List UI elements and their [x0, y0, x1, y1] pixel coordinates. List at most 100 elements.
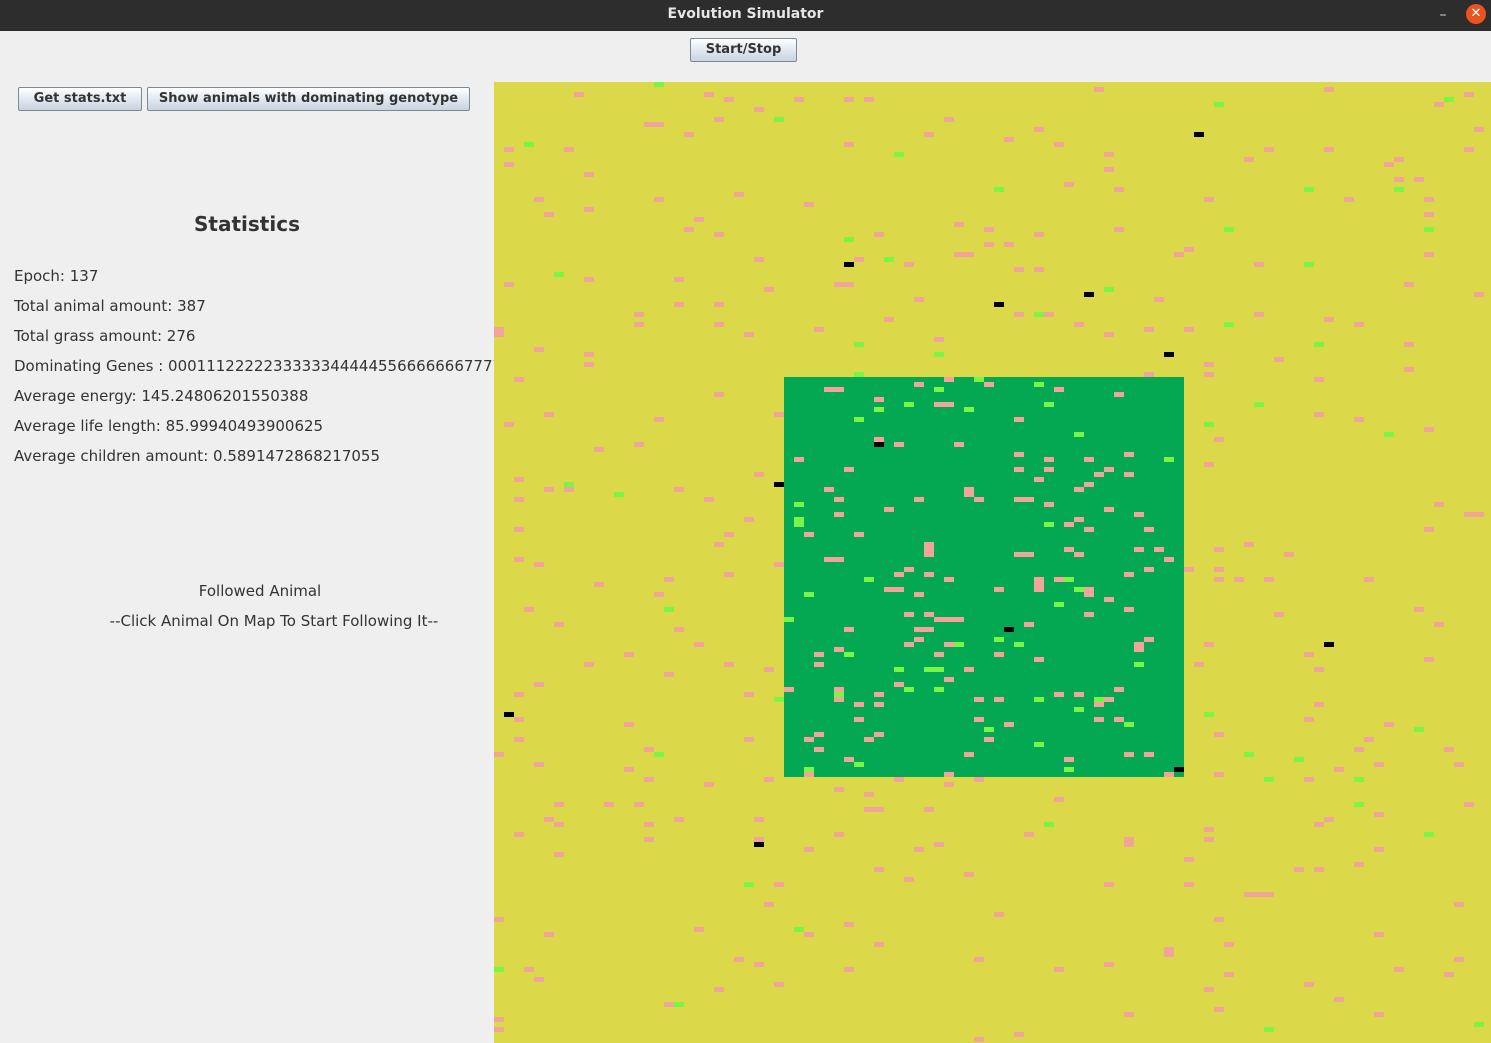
- animal-marker[interactable]: [844, 282, 854, 287]
- animal-marker[interactable]: [1214, 567, 1224, 572]
- animal-marker[interactable]: [814, 747, 824, 752]
- animal-marker[interactable]: [934, 652, 944, 657]
- animal-marker[interactable]: [1024, 497, 1034, 502]
- animal-marker[interactable]: [764, 667, 774, 672]
- animal-marker[interactable]: [934, 842, 944, 847]
- animal-marker[interactable]: [1304, 717, 1314, 722]
- animal-marker[interactable]: [914, 497, 924, 502]
- animal-marker[interactable]: [534, 347, 544, 352]
- close-icon[interactable]: ✕: [1466, 4, 1486, 24]
- animal-marker[interactable]: [1034, 582, 1044, 587]
- animal-marker[interactable]: [884, 507, 894, 512]
- animal-marker[interactable]: [554, 622, 564, 627]
- animal-marker[interactable]: [1304, 982, 1314, 987]
- animal-marker[interactable]: [1324, 87, 1334, 92]
- animal-marker[interactable]: [1034, 657, 1044, 662]
- animal-marker[interactable]: [914, 627, 924, 632]
- animal-marker[interactable]: [524, 967, 534, 972]
- animal-marker[interactable]: [1364, 737, 1374, 742]
- animal-marker[interactable]: [1374, 762, 1384, 767]
- animal-marker[interactable]: [864, 807, 874, 812]
- animal-marker[interactable]: [1014, 1032, 1024, 1037]
- animal-marker[interactable]: [1024, 622, 1034, 627]
- animal-marker[interactable]: [854, 717, 864, 722]
- animal-marker[interactable]: [1104, 167, 1114, 172]
- animal-marker[interactable]: [874, 867, 884, 872]
- animal-marker[interactable]: [544, 817, 554, 822]
- animal-marker[interactable]: [944, 377, 954, 382]
- animal-marker[interactable]: [1444, 972, 1454, 977]
- animal-marker[interactable]: [874, 807, 884, 812]
- animal-marker[interactable]: [624, 722, 634, 727]
- animal-marker[interactable]: [1014, 497, 1024, 502]
- animal-marker[interactable]: [1214, 577, 1224, 582]
- animal-marker[interactable]: [1314, 867, 1324, 872]
- animal-marker[interactable]: [1004, 137, 1014, 142]
- animal-marker[interactable]: [834, 557, 844, 562]
- animal-marker[interactable]: [904, 262, 914, 267]
- dominating-animal-marker[interactable]: [1084, 292, 1094, 297]
- animal-marker[interactable]: [1124, 842, 1134, 847]
- dominating-animal-marker[interactable]: [1174, 767, 1184, 772]
- animal-marker[interactable]: [924, 807, 934, 812]
- animal-marker[interactable]: [1104, 882, 1114, 887]
- animal-marker[interactable]: [1054, 967, 1064, 972]
- animal-marker[interactable]: [534, 197, 544, 202]
- animal-marker[interactable]: [1034, 127, 1044, 132]
- animal-marker[interactable]: [584, 172, 594, 177]
- animal-marker[interactable]: [494, 752, 504, 757]
- animal-marker[interactable]: [644, 822, 654, 827]
- animal-marker[interactable]: [974, 1037, 984, 1042]
- animal-marker[interactable]: [944, 642, 954, 647]
- animal-marker[interactable]: [1144, 527, 1154, 532]
- animal-marker[interactable]: [1374, 1012, 1384, 1017]
- animal-marker[interactable]: [754, 962, 764, 967]
- show-dominating-genotype-button[interactable]: Show animals with dominating genotype: [147, 87, 470, 111]
- animal-marker[interactable]: [944, 117, 954, 122]
- animal-marker[interactable]: [1194, 662, 1204, 667]
- animal-marker[interactable]: [1084, 482, 1094, 487]
- animal-marker[interactable]: [1084, 457, 1094, 462]
- animal-marker[interactable]: [1374, 932, 1384, 937]
- animal-marker[interactable]: [1424, 427, 1434, 432]
- animal-marker[interactable]: [1124, 607, 1134, 612]
- animal-marker[interactable]: [904, 567, 914, 572]
- animal-marker[interactable]: [1314, 822, 1324, 827]
- animal-marker[interactable]: [1184, 247, 1194, 252]
- animal-marker[interactable]: [1434, 502, 1444, 507]
- animal-marker[interactable]: [1424, 527, 1434, 532]
- animal-marker[interactable]: [944, 772, 954, 777]
- animal-marker[interactable]: [1104, 467, 1114, 472]
- animal-marker[interactable]: [734, 957, 744, 962]
- animal-marker[interactable]: [704, 92, 714, 97]
- animal-marker[interactable]: [854, 257, 864, 262]
- animal-marker[interactable]: [824, 557, 834, 562]
- animal-marker[interactable]: [1464, 512, 1474, 517]
- animal-marker[interactable]: [984, 382, 994, 387]
- animal-marker[interactable]: [1024, 552, 1034, 557]
- animal-marker[interactable]: [1214, 732, 1224, 737]
- animal-marker[interactable]: [1274, 612, 1284, 617]
- animal-marker[interactable]: [534, 562, 544, 567]
- animal-marker[interactable]: [954, 222, 964, 227]
- animal-marker[interactable]: [1034, 477, 1044, 482]
- animal-marker[interactable]: [714, 322, 724, 327]
- animal-marker[interactable]: [794, 97, 804, 102]
- animal-marker[interactable]: [554, 802, 564, 807]
- animal-marker[interactable]: [1424, 197, 1434, 202]
- animal-marker[interactable]: [1124, 752, 1134, 757]
- animal-marker[interactable]: [1014, 452, 1024, 457]
- animal-marker[interactable]: [1114, 717, 1124, 722]
- animal-marker[interactable]: [814, 732, 824, 737]
- animal-marker[interactable]: [654, 592, 664, 597]
- animal-marker[interactable]: [874, 692, 884, 697]
- animal-marker[interactable]: [1314, 412, 1324, 417]
- animal-marker[interactable]: [724, 662, 734, 667]
- animal-marker[interactable]: [904, 642, 914, 647]
- animal-marker[interactable]: [764, 777, 774, 782]
- animal-marker[interactable]: [924, 132, 934, 137]
- animal-marker[interactable]: [1034, 232, 1044, 237]
- animal-marker[interactable]: [754, 107, 764, 112]
- animal-marker[interactable]: [1304, 652, 1314, 657]
- animal-marker[interactable]: [1034, 267, 1044, 272]
